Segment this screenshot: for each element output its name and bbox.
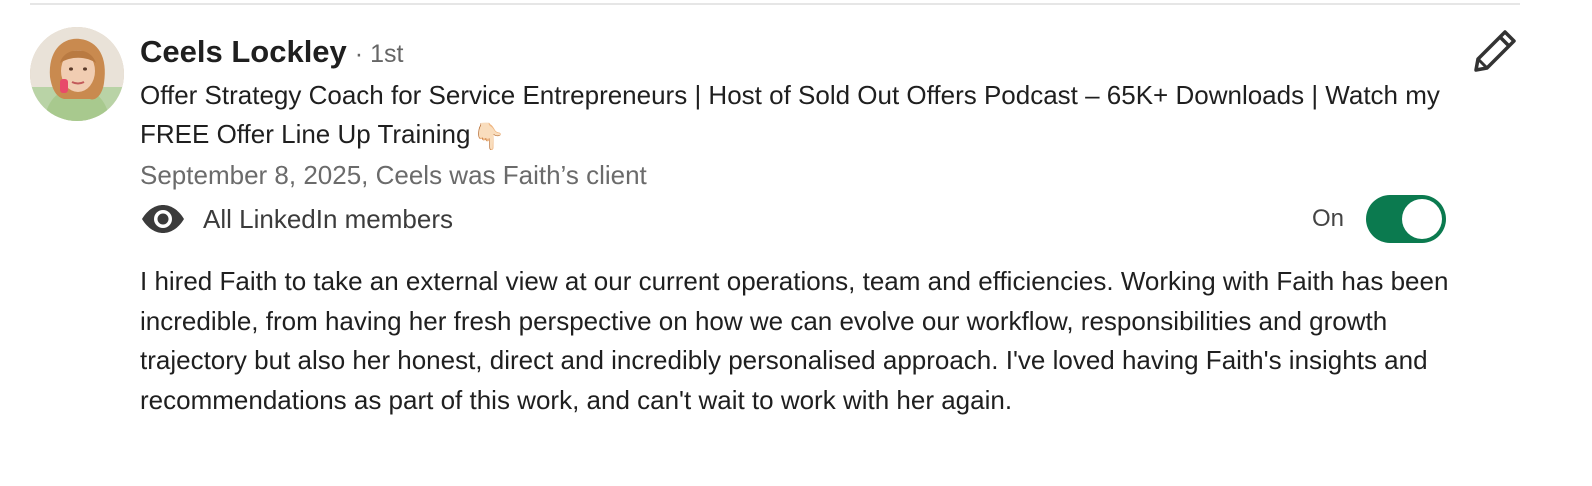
visibility-row: All LinkedIn members On — [140, 195, 1460, 243]
recommendation-content: Ceels Lockley · 1st Offer Strategy Coach… — [140, 30, 1460, 420]
visibility-label: All LinkedIn members — [203, 204, 453, 234]
author-name[interactable]: Ceels Lockley — [140, 30, 347, 74]
author-row: Ceels Lockley · 1st — [140, 30, 1460, 74]
edit-button[interactable] — [1472, 28, 1518, 74]
eye-icon — [140, 204, 186, 234]
recommendation-text: I hired Faith to take an external view a… — [140, 266, 1449, 415]
toggle-state-label: On — [1311, 205, 1344, 232]
recommendation-card: Ceels Lockley · 1st Offer Strategy Coach… — [0, 0, 1592, 486]
avatar[interactable] — [30, 27, 124, 121]
visibility-toggle-group: On — [1312, 195, 1446, 243]
author-headline: Offer Strategy Coach for Service Entrepr… — [140, 76, 1450, 156]
pencil-icon — [1474, 30, 1516, 72]
pointing-down-icon: 👇🏻 — [472, 121, 505, 151]
connection-degree: · 1st — [354, 40, 404, 68]
headline-text: Offer Strategy Coach for Service Entrepr… — [140, 80, 1440, 149]
recommendation-meta: September 8, 2025, Ceels was Faith’s cli… — [140, 160, 647, 190]
divider — [30, 3, 1520, 5]
visibility-toggle[interactable] — [1366, 195, 1446, 243]
toggle-knob — [1402, 199, 1442, 239]
